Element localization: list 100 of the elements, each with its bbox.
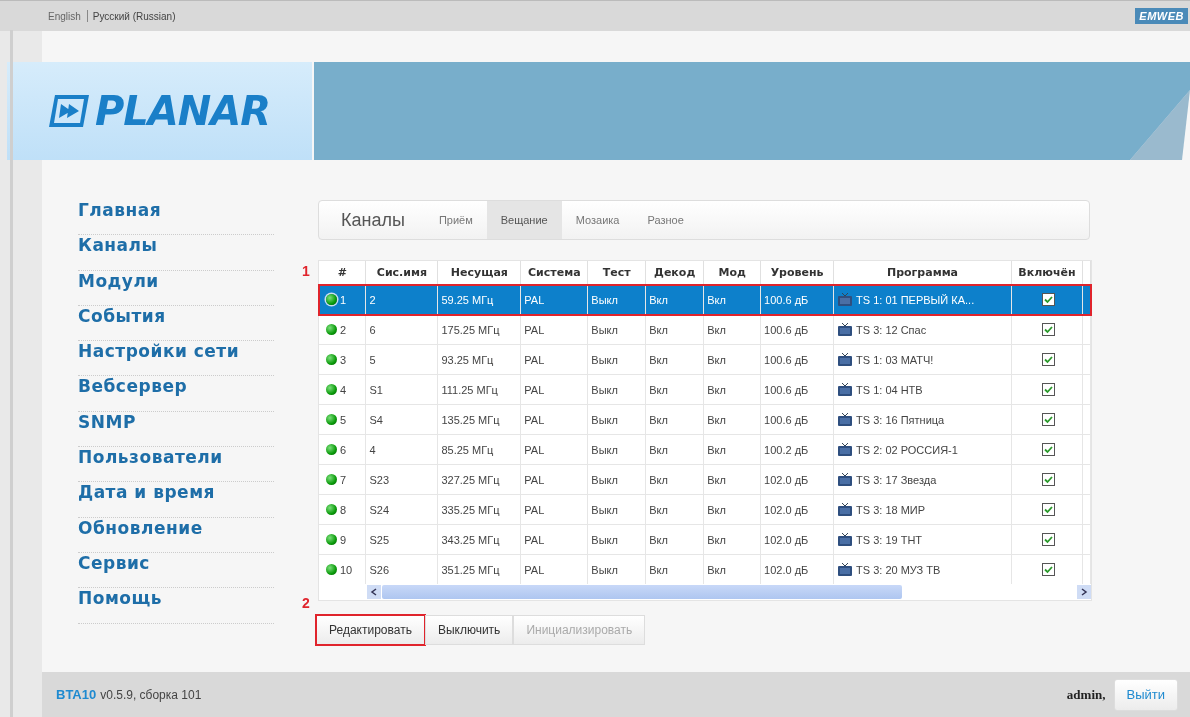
table-row[interactable]: 9 S25 343.25 МГц PAL Выкл Вкл Вкл 102.0 дБ TS 3: 19 ТНТ <box>319 524 1091 555</box>
status-dot-icon <box>326 564 337 575</box>
sidebar-item[interactable]: Сервис <box>78 552 274 589</box>
tv-icon <box>837 472 854 487</box>
table-cell: Выкл <box>587 464 646 495</box>
table-cell: TS 3: 20 МУЗ ТВ <box>856 563 941 576</box>
sidebar-item[interactable]: Помощь <box>78 588 274 624</box>
section-title: Каналы <box>340 208 406 232</box>
table-cell: Вкл <box>703 464 761 495</box>
status-dot-icon <box>326 444 337 455</box>
table-cell: Вкл <box>645 464 704 495</box>
sidebar-item[interactable]: Каналы <box>78 235 274 271</box>
table-cell: TS 3: 12 Спас <box>856 323 927 336</box>
table-cell: Вкл <box>703 374 761 405</box>
status-dot-icon <box>326 534 337 545</box>
table-cell: Вкл <box>645 344 704 375</box>
checkbox[interactable] <box>1041 293 1055 306</box>
table-cell: 100.6 дБ <box>760 374 834 405</box>
table-cell: 100.6 дБ <box>760 344 834 375</box>
checkbox[interactable] <box>1041 533 1055 546</box>
sidebar-item[interactable]: Вебсервер <box>78 376 274 412</box>
sidebar-item[interactable]: Модули <box>78 270 274 306</box>
language-link[interactable]: English <box>48 10 87 22</box>
table-row[interactable]: 3 5 93.25 МГц PAL Выкл Вкл Вкл 100.6 дБ TS 1: 03 МАТЧ! <box>319 344 1091 375</box>
column-header[interactable]: Уровень <box>760 261 834 285</box>
caret-right-icon[interactable] <box>1080 588 1088 596</box>
table-row[interactable]: 6 4 85.25 МГц PAL Выкл Вкл Вкл 100.2 дБ TS 2: 02 РОССИЯ-1 <box>319 434 1091 465</box>
sidebar-item[interactable]: Дата и время <box>78 482 274 518</box>
logout-button[interactable]: Выйти <box>1113 678 1178 711</box>
table-row[interactable]: 2 6 175.25 МГц PAL Выкл Вкл Вкл 100.6 дБ TS 3: 12 Спас <box>319 314 1091 345</box>
sidebar-item[interactable]: События <box>78 305 274 342</box>
status-dot-icon <box>326 474 337 485</box>
table-cell: 335.25 МГц <box>437 494 521 525</box>
table-row[interactable]: 8 S24 335.25 МГц PAL Выкл Вкл Вкл 102.0 дБ TS 3: 18 МИР <box>319 494 1091 525</box>
table-cell: 100.6 дБ <box>760 404 834 435</box>
table-cell: 85.25 МГц <box>437 434 521 465</box>
column-header[interactable]: Сис.имя <box>365 261 438 285</box>
column-header[interactable]: Мод <box>703 261 761 285</box>
checkbox[interactable] <box>1041 503 1055 516</box>
checkbox[interactable] <box>1041 563 1055 576</box>
table-cell: 102.0 дБ <box>760 494 834 525</box>
table-row[interactable]: 5 S4 135.25 МГц PAL Выкл Вкл Вкл 100.6 дБ TS 3: 16 Пятница <box>319 404 1091 435</box>
column-header[interactable]: Декод <box>645 261 704 285</box>
column-header[interactable]: Несущая <box>437 261 521 285</box>
table-cell: Вкл <box>703 314 761 345</box>
table-cell: 100.6 дБ <box>760 284 834 315</box>
table-cell: Вкл <box>645 314 704 345</box>
sidebar-item[interactable]: SNMP <box>78 411 274 448</box>
table-row[interactable]: 7 S23 327.25 МГц PAL Выкл Вкл Вкл 102.0 дБ TS 3: 17 Звезда <box>319 464 1091 495</box>
table-cell: 59.25 МГц <box>437 284 521 315</box>
table-cell: Вкл <box>645 404 704 435</box>
checkbox[interactable] <box>1041 353 1055 366</box>
column-header[interactable]: # <box>319 261 366 285</box>
column-header[interactable]: Включён <box>1011 261 1083 285</box>
table-cell: 111.25 МГц <box>437 374 521 405</box>
table-cell: Вкл <box>703 344 761 375</box>
table-cell: 5 <box>365 344 438 375</box>
table-cell: 2 <box>365 284 438 315</box>
table-cell: Выкл <box>587 374 646 405</box>
table-cell: TS 3: 16 Пятница <box>856 413 945 426</box>
column-header[interactable]: Система <box>520 261 588 285</box>
checkbox[interactable] <box>1041 443 1055 456</box>
table-cell: Вкл <box>703 284 761 315</box>
status-dot-icon <box>326 294 337 305</box>
action-button[interactable]: Выключить <box>424 615 514 645</box>
table-cell: TS 1: 03 МАТЧ! <box>856 353 934 366</box>
tab[interactable]: Разное <box>633 201 698 239</box>
language-link[interactable]: Русский (Russian) <box>92 10 182 22</box>
table-cell: PAL <box>520 284 588 315</box>
tv-icon <box>837 412 854 427</box>
caret-left-icon[interactable] <box>370 588 378 596</box>
table-cell: TS 1: 01 ПЕРВЫЙ КА... <box>856 293 975 306</box>
table-cell: S1 <box>365 374 438 405</box>
table-cell: Вкл <box>703 524 761 555</box>
tv-icon <box>837 562 854 577</box>
sidebar-item[interactable]: Обновление <box>78 517 274 553</box>
table-cell: PAL <box>520 344 588 375</box>
sidebar-item[interactable]: Пользователи <box>78 447 274 483</box>
table-cell: 1 <box>340 293 347 306</box>
sidebar-item[interactable]: Настройки сети <box>78 341 274 377</box>
table-cell: S4 <box>365 404 438 435</box>
table-cell: 100.2 дБ <box>760 434 834 465</box>
checkbox[interactable] <box>1041 383 1055 396</box>
table-cell: Вкл <box>645 524 704 555</box>
table-cell: Вкл <box>645 434 704 465</box>
sidebar-item[interactable]: Главная <box>78 200 274 236</box>
checkbox[interactable] <box>1041 413 1055 426</box>
annotation-number: 2 <box>302 595 310 611</box>
action-button[interactable]: Редактировать <box>316 615 425 645</box>
tab[interactable]: Мозаика <box>561 201 634 239</box>
table-cell: 343.25 МГц <box>437 524 521 555</box>
column-header[interactable]: Программа <box>833 261 1012 285</box>
tab[interactable]: Вещание <box>486 201 562 239</box>
checkbox[interactable] <box>1041 473 1055 486</box>
table-row[interactable]: 1 2 59.25 МГц PAL Выкл Вкл Вкл 100.6 дБ TS 1: 01 ПЕРВЫЙ КА... <box>319 284 1091 315</box>
tab[interactable]: Приём <box>424 201 487 239</box>
table-row[interactable]: 4 S1 111.25 МГц PAL Выкл Вкл Вкл 100.6 дБ TS 1: 04 НТВ <box>319 374 1091 405</box>
horizontal-scrollbar[interactable] <box>367 584 1091 600</box>
column-header[interactable]: Тест <box>587 261 646 285</box>
checkbox[interactable] <box>1041 323 1055 336</box>
